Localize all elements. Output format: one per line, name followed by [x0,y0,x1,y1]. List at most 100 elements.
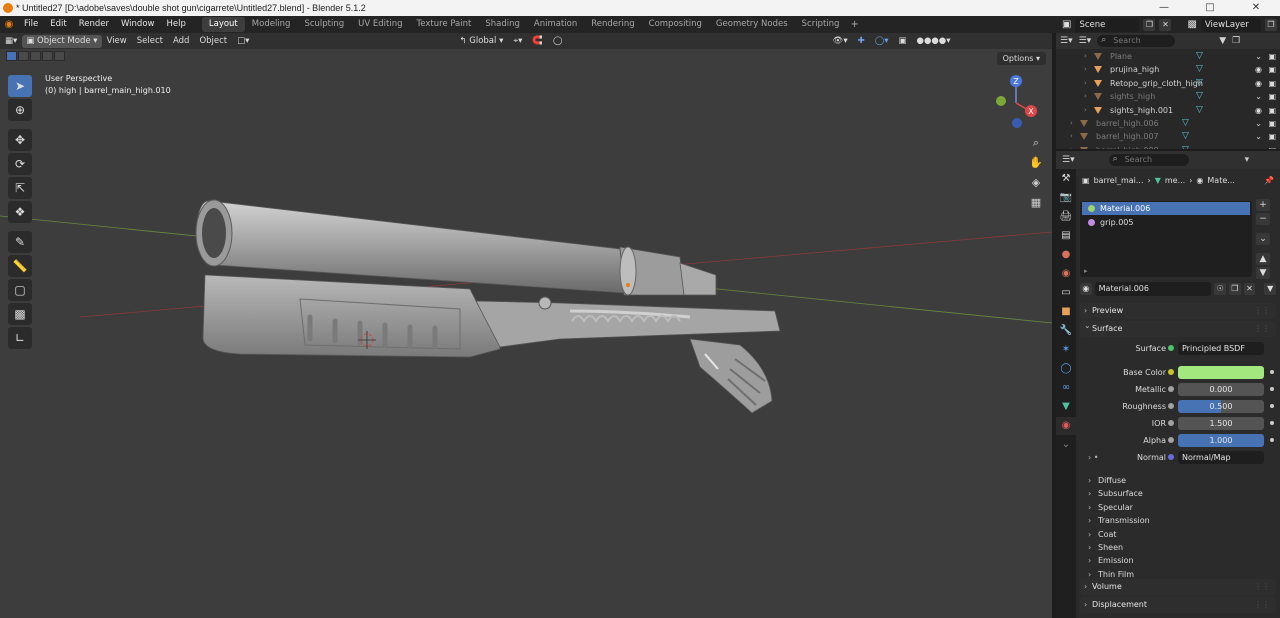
keyframe-dot-icon[interactable] [1270,387,1274,391]
shotgun-model[interactable] [195,199,781,414]
properties-editor-icon[interactable]: ☰▾ [1062,155,1075,165]
outliner-row[interactable]: › sights_high.001 ▽ ◉ ▣ [1056,104,1280,117]
xray-icon[interactable]: ▣ [894,33,912,49]
slot-specials-icon[interactable]: ⌄ [1256,233,1270,245]
mesh-data-icon[interactable]: ▽ [1182,117,1189,130]
outliner-search-input[interactable]: Search [1097,34,1176,47]
visibility-eye-icon[interactable]: ◉ [1255,77,1262,90]
select-extend-icon[interactable] [18,51,29,61]
render-camera-icon[interactable]: ▣ [1268,77,1276,90]
output-tab-icon[interactable]: 🖨 [1056,208,1076,226]
add-slot-icon[interactable]: + [1256,199,1270,211]
render-camera-icon[interactable]: ▣ [1268,130,1276,143]
close-button[interactable]: ✕ [1233,0,1279,16]
displacement-panel[interactable]: Displacement ⋮⋮ [1080,597,1276,613]
mesh-data-icon[interactable]: ▽ [1182,144,1189,149]
browse-material-icon[interactable]: ◉ [1080,283,1092,295]
render-camera-icon[interactable]: ▣ [1268,117,1276,130]
visibility-eye-icon[interactable]: ◉ [1255,104,1262,117]
filter-icon[interactable]: ▼ [1219,36,1226,46]
move-slot-up-icon[interactable]: ▲ [1256,253,1270,265]
scene-tab-icon[interactable]: ● [1056,246,1076,264]
mesh-data-icon[interactable]: ▽ [1196,104,1203,117]
tab-geometry-nodes[interactable]: Geometry Nodes [709,17,795,32]
cursor-tool-icon[interactable]: ⊕ [8,99,32,121]
select-box-tool-icon[interactable]: ➤ [8,75,32,97]
expand-arrow-icon[interactable]: › [1070,144,1073,149]
properties-search-input[interactable]: Search [1108,153,1189,166]
view-layer-field[interactable]: ViewLayer [1200,17,1261,32]
tool-tab-icon[interactable]: ⚒ [1056,170,1076,188]
mesh-data-icon[interactable]: ▽ [1196,50,1203,63]
menu-view[interactable]: View [102,33,132,49]
add-workspace-icon[interactable]: + [846,19,862,30]
move-tool-icon[interactable]: ✥ [8,129,32,151]
ior-field[interactable]: 1.500 [1178,417,1264,430]
annotate-tool-icon[interactable]: ✎ [8,231,32,253]
visibility-eye-icon[interactable]: ◉ [1255,63,1262,76]
roughness-slider[interactable]: 0.500 [1178,400,1264,413]
navigation-gizmo[interactable]: Z X [992,73,1042,133]
visibility-eye-icon[interactable]: ⌄ [1255,117,1262,130]
modifier-tab-icon[interactable]: 🔧 [1056,322,1076,340]
subpanel-specular[interactable]: Specular [1088,501,1133,514]
scale-tool-icon[interactable]: ⇱ [8,177,32,199]
subpanel-subsurface[interactable]: Subsurface [1088,487,1143,500]
measure-tool-icon[interactable]: 📏 [8,255,32,277]
pivot-icon[interactable]: ⌖▾ [508,33,527,49]
physics-tab-icon[interactable]: ◯ [1056,360,1076,378]
remove-slot-icon[interactable]: − [1256,213,1270,225]
gizmo-toggle-icon[interactable]: ✚ [853,33,870,49]
shading-modes-icon[interactable]: ●●●●▾ [912,33,956,49]
scene-name-field[interactable]: Scene [1075,17,1140,32]
select-intersect-icon[interactable] [42,51,53,61]
render-camera-icon[interactable]: ▣ [1268,63,1276,76]
menu-object[interactable]: Object [194,33,232,49]
expand-arrow-icon[interactable]: › [1084,90,1087,103]
move-slot-down-icon[interactable]: ▼ [1256,267,1270,279]
visibility-eye-icon[interactable]: ⌄ [1255,90,1262,103]
material-name-field[interactable]: Material.006 [1094,282,1212,296]
subpanel-diffuse[interactable]: Diffuse [1088,474,1126,487]
transform-tool-icon[interactable]: ❖ [8,201,32,223]
overlays-icon[interactable]: ◯▾ [870,33,894,49]
3d-viewport[interactable]: ▦▾ ▣ Object Mode ▾ View Select Add Objec… [0,33,1052,618]
snap-type-icon[interactable]: □▾ [232,33,254,49]
tab-scripting[interactable]: Scripting [795,17,847,32]
breadcrumb-object[interactable]: barrel_mai... [1094,176,1144,185]
visibility-eye-icon[interactable]: ⌄ [1255,130,1262,143]
ortho-grid-icon[interactable]: ▦ [1028,195,1044,211]
surface-panel[interactable]: Surface ⋮⋮ [1080,318,1276,337]
menu-render[interactable]: Render [73,16,115,33]
tab-modeling[interactable]: Modeling [245,17,298,32]
mesh-data-icon[interactable]: ▽ [1196,90,1203,103]
panel-grip-icon[interactable]: ⋮⋮ [1254,579,1270,595]
tab-shading[interactable]: Shading [478,17,527,32]
render-tab-icon[interactable]: 📷 [1056,189,1076,207]
menu-select[interactable]: Select [132,33,168,49]
surface-shader-dropdown[interactable]: Principled BSDF [1178,342,1264,355]
breadcrumb-material[interactable]: Mate... [1207,176,1235,185]
breadcrumb-mesh[interactable]: me... [1165,176,1185,185]
subpanel-emission[interactable]: Emission [1088,554,1134,567]
blender-menu-icon[interactable]: ◉ [0,19,18,30]
tabs-more-icon[interactable]: ⌄ [1056,436,1076,454]
new-collection-icon[interactable]: ❐ [1232,36,1240,46]
editor-type-icon[interactable]: ▦▾ [0,33,22,49]
expand-arrow-icon[interactable]: › [1084,63,1087,76]
viewport-scene[interactable] [0,49,1052,618]
add-cube-tool-icon[interactable]: ▢ [8,279,32,301]
outliner-row[interactable]: › barrel_high.007 ▽ ⌄ ▣ [1056,130,1280,143]
tab-texture-paint[interactable]: Texture Paint [410,17,479,32]
keyframe-dot-icon[interactable] [1270,370,1274,374]
menu-help[interactable]: Help [160,16,191,33]
proportional-edit-icon[interactable]: ◯ [548,33,568,49]
keyframe-dot-icon[interactable] [1270,438,1274,442]
outliner-editor-icon[interactable]: ☰▾ [1060,36,1073,46]
select-invert-icon[interactable] [54,51,65,61]
visibility-icon[interactable]: 👁▾ [828,33,853,49]
menu-edit[interactable]: Edit [44,16,72,33]
outliner-row[interactable]: › barrel_high.006 ▽ ⌄ ▣ [1056,117,1280,130]
keyframe-dot-icon[interactable] [1270,421,1274,425]
tab-layout[interactable]: Layout [201,17,245,32]
